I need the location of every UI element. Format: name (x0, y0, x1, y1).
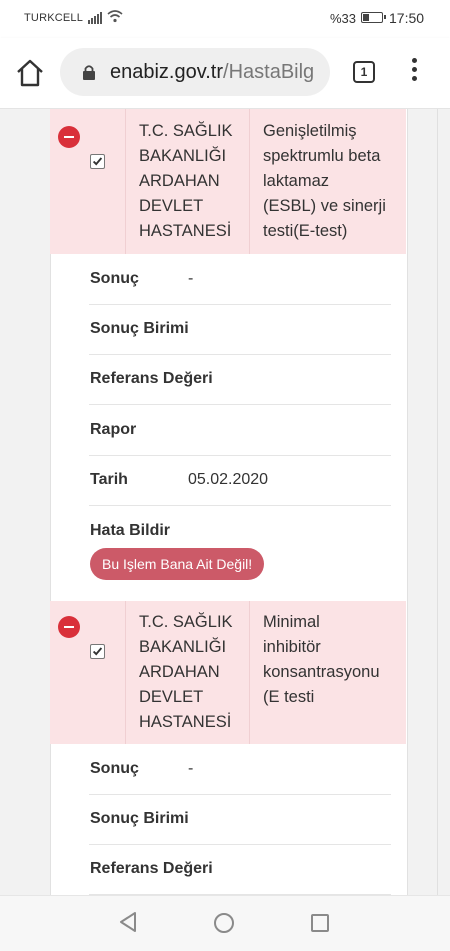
hospital-line: ARDAHAN (139, 172, 220, 190)
field-label: Sonuç (90, 270, 139, 287)
test-line: (ESBL) ve sinerji (263, 197, 386, 215)
test-name: Minimal inhibitör konsantrasyonu (E test… (263, 610, 403, 710)
wifi-icon (107, 10, 123, 23)
field-row-tarih: Tarih 05.02.2020 (89, 456, 391, 506)
test-line: spektrumlu beta (263, 147, 381, 165)
field-row-referans: Referans Değeri (89, 845, 391, 895)
test-line: (E testi (263, 688, 315, 706)
status-bar: TURKCELL %33 17:50 (0, 0, 450, 38)
field-row-rapor: Rapor (89, 406, 391, 456)
lock-icon (83, 65, 95, 80)
battery-icon (361, 12, 386, 23)
signal-icon (88, 11, 102, 24)
remove-circle-icon[interactable] (58, 616, 80, 638)
field-label: Referans Değeri (90, 370, 213, 387)
field-row-sonuc-birimi: Sonuç Birimi (89, 795, 391, 845)
record-header: T.C. SAĞLIK BAKANLIĞI ARDAHAN DEVLET HAS… (50, 601, 406, 744)
more-vert-icon[interactable] (410, 58, 418, 86)
hospital-line: HASTANESİ (139, 222, 232, 240)
field-label: Sonuç Birimi (90, 810, 189, 827)
address-bar[interactable]: enabiz.gov.tr/HastaBilg (60, 48, 330, 96)
browser-toolbar: enabiz.gov.tr/HastaBilg 1 (0, 38, 450, 109)
field-label: Sonuç Birimi (90, 320, 189, 337)
url-text: enabiz.gov.tr/HastaBilg (110, 61, 314, 84)
test-line: inhibitör (263, 638, 321, 656)
url-domain: enabiz.gov.tr (110, 61, 224, 83)
not-mine-button[interactable]: Bu Işlem Bana Ait Değil! (90, 548, 265, 580)
tabs-icon[interactable]: 1 (353, 61, 375, 83)
checkbox-icon[interactable] (90, 154, 105, 169)
hospital-line: BAKANLIĞI (139, 147, 227, 165)
home-icon[interactable] (14, 58, 46, 88)
hospital-line: ARDAHAN (139, 663, 220, 681)
field-label: Rapor (90, 421, 137, 438)
test-line: laktamaz (263, 172, 330, 190)
remove-circle-icon[interactable] (58, 126, 80, 148)
battery-percent: %33 (330, 11, 357, 26)
test-line: testi(E-test) (263, 222, 348, 240)
hospital-line: DEVLET (139, 688, 204, 706)
hospital-line: BAKANLIĞI (139, 638, 227, 656)
clock: 17:50 (389, 10, 425, 26)
field-row-sonuc: Sonuç - (89, 255, 391, 305)
page-content: T.C. SAĞLIK BAKANLIĞI ARDAHAN DEVLET HAS… (0, 109, 450, 895)
field-row-referans: Referans Değeri (89, 355, 391, 405)
field-value: - (188, 760, 194, 777)
system-nav-bar (0, 895, 450, 951)
nav-back-icon[interactable] (118, 911, 138, 933)
field-value: 05.02.2020 (188, 471, 269, 488)
scroll-edge (437, 109, 438, 895)
hospital-line: T.C. SAĞLIK (139, 613, 233, 631)
field-row-sonuc-birimi: Sonuç Birimi (89, 305, 391, 355)
hospital-name: T.C. SAĞLIK BAKANLIĞI ARDAHAN DEVLET HAS… (139, 119, 233, 244)
hospital-line: HASTANESİ (139, 713, 232, 731)
hospital-line: T.C. SAĞLIK (139, 122, 233, 140)
field-row-sonuc: Sonuç - (89, 745, 391, 795)
hospital-name: T.C. SAĞLIK BAKANLIĞI ARDAHAN DEVLET HAS… (139, 610, 233, 735)
test-name: Genişletilmiş spektrumlu beta laktamaz (… (263, 119, 403, 244)
field-label: Referans Değeri (90, 860, 213, 877)
url-path: /HastaBilg (223, 61, 315, 83)
field-value: - (188, 270, 194, 287)
field-label: Tarih (90, 471, 128, 488)
hospital-line: DEVLET (139, 197, 204, 215)
nav-home-icon[interactable] (214, 913, 234, 933)
test-line: Genişletilmiş (263, 122, 357, 140)
test-line: konsantrasyonu (263, 663, 380, 681)
record-header: T.C. SAĞLIK BAKANLIĞI ARDAHAN DEVLET HAS… (50, 109, 406, 254)
nav-recent-icon[interactable] (311, 914, 329, 932)
carrier-name: TURKCELL (24, 12, 84, 24)
test-line: Minimal (263, 613, 320, 631)
error-report-label: Hata Bildir (90, 522, 171, 539)
field-label: Sonuç (90, 760, 139, 777)
checkbox-icon[interactable] (90, 644, 105, 659)
